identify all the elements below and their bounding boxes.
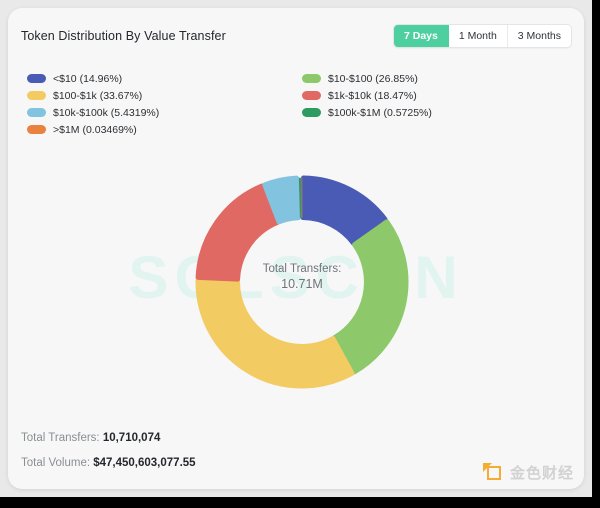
legend-item-label: $10-$100 (26.85%) xyxy=(328,72,418,85)
jinse-logo-icon xyxy=(482,462,504,483)
stat-label: Total Volume: xyxy=(21,457,94,469)
range-button-3-months[interactable]: 3 Months xyxy=(507,25,571,47)
legend-swatch-icon xyxy=(27,74,46,83)
legend-column-left: <$10 (14.96%) $100-$1k (33.67%) $10k-$10… xyxy=(27,70,159,138)
range-button-1-month[interactable]: 1 Month xyxy=(448,25,508,47)
legend-item-label: $10k-$100k (5.4319%) xyxy=(53,106,160,119)
legend-swatch-icon xyxy=(302,74,321,83)
stat-total-volume: Total Volume: $47,450,603,077.55 xyxy=(21,457,196,469)
legend-item-10-100[interactable]: $10-$100 (26.85%) xyxy=(302,70,432,87)
jinse-brand-watermark: 金色财经 xyxy=(482,462,574,483)
legend-swatch-icon xyxy=(27,108,46,117)
legend-swatch-icon xyxy=(302,91,321,100)
legend-item-100-1k[interactable]: $100-$1k (33.67%) xyxy=(27,87,159,104)
stat-value: $47,450,603,077.55 xyxy=(93,457,196,469)
legend-column-right: $10-$100 (26.85%) $1k-$10k (18.47%) $100… xyxy=(302,70,432,121)
screenshot-root: Token Distribution By Value Transfer 7 D… xyxy=(0,0,600,508)
legend-item-label: <$10 (14.96%) xyxy=(53,72,123,85)
brand-name: 金色财经 xyxy=(509,465,574,482)
stat-value: 10,710,074 xyxy=(102,432,161,444)
legend-swatch-icon xyxy=(302,108,321,117)
donut-slice[interactable] xyxy=(332,219,409,375)
legend-item-label: $100k-$1M (0.5725%) xyxy=(328,106,432,119)
token-distribution-card: Token Distribution By Value Transfer 7 D… xyxy=(8,8,584,489)
legend-item-label: >$1M (0.03469%) xyxy=(53,123,137,136)
donut-svg xyxy=(195,175,409,389)
summary-stats: Total Transfers: 10,710,074 Total Volume… xyxy=(21,432,196,482)
legend-item-100k-1m[interactable]: $100k-$1M (0.5725%) xyxy=(302,104,432,121)
donut-slice[interactable] xyxy=(195,277,355,389)
legend-swatch-icon xyxy=(27,91,46,100)
stat-label: Total Transfers: xyxy=(21,432,103,444)
page-title: Token Distribution By Value Transfer xyxy=(21,29,226,43)
legend-item-1k-10k[interactable]: $1k-$10k (18.47%) xyxy=(302,87,432,104)
legend-item-label: $1k-$10k (18.47%) xyxy=(328,89,417,102)
legend-item-under-10[interactable]: <$10 (14.96%) xyxy=(27,70,159,87)
time-range-toggle-group[interactable]: 7 Days 1 Month 3 Months xyxy=(392,24,572,48)
stat-total-transfers: Total Transfers: 10,710,074 xyxy=(21,432,196,444)
legend-item-10k-100k[interactable]: $10k-$100k (5.4319%) xyxy=(27,104,159,121)
donut-chart[interactable]: Total Transfers: 10.71M xyxy=(194,174,410,390)
legend-item-over-1m[interactable]: >$1M (0.03469%) xyxy=(27,121,159,138)
donut-slice[interactable] xyxy=(195,183,280,282)
range-button-7-days[interactable]: 7 Days xyxy=(393,25,449,47)
chart-area: SOLSCAN Total Transfers: 10.71M xyxy=(8,138,584,410)
legend-swatch-icon xyxy=(27,125,46,134)
card-header: Token Distribution By Value Transfer 7 D… xyxy=(8,8,584,52)
legend-item-label: $100-$1k (33.67%) xyxy=(53,89,143,102)
